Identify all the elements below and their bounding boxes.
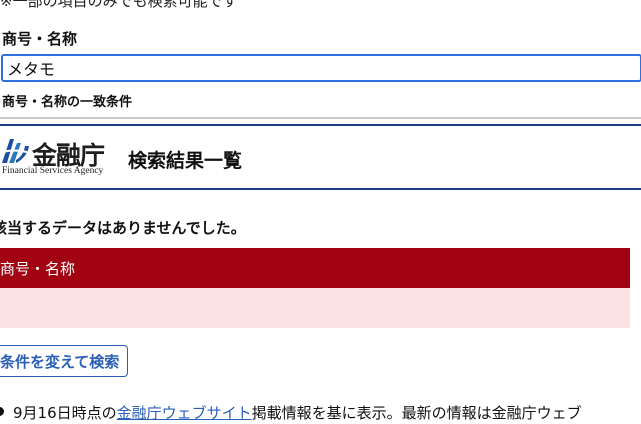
logo-english: Financial Services Agency — [2, 166, 104, 176]
results-table-header: 商号・名称 — [0, 248, 630, 288]
divider — [0, 117, 641, 119]
fsa-website-link[interactable]: 金融庁ウェブサイト — [117, 404, 252, 422]
name-search-input[interactable] — [1, 54, 641, 82]
column-header-name: 商号・名称 — [0, 260, 76, 278]
footnote-suffix: 掲載情報を基に表示。最新の情報は金融庁ウェブ — [251, 404, 582, 422]
footnote-prefix: 9月16日時点の — [13, 404, 117, 422]
header-bottom-rule — [0, 188, 641, 190]
bullet-icon — [0, 407, 4, 416]
match-condition-label: 商号・名称の一致条件 — [2, 95, 133, 110]
results-table-empty-row — [0, 288, 630, 328]
results-title: 検索結果一覧 — [128, 150, 243, 172]
name-field-label: 商号・名称 — [2, 30, 78, 48]
no-data-message: 該当するデータはありませんでした。 — [0, 219, 246, 237]
footnote: 9月16日時点の金融庁ウェブサイト掲載情報を基に表示。最新の情報は金融庁ウェブ — [0, 402, 582, 423]
search-note: ※一部の項目のみでも検索可能です — [0, 0, 238, 10]
header-top-rule — [0, 124, 641, 126]
fsa-logo-mark-icon — [2, 139, 29, 163]
change-conditions-search-button[interactable]: 条件を変えて検索 — [0, 345, 129, 377]
fsa-logo: 金融庁 Financial Services Agency — [0, 136, 118, 178]
